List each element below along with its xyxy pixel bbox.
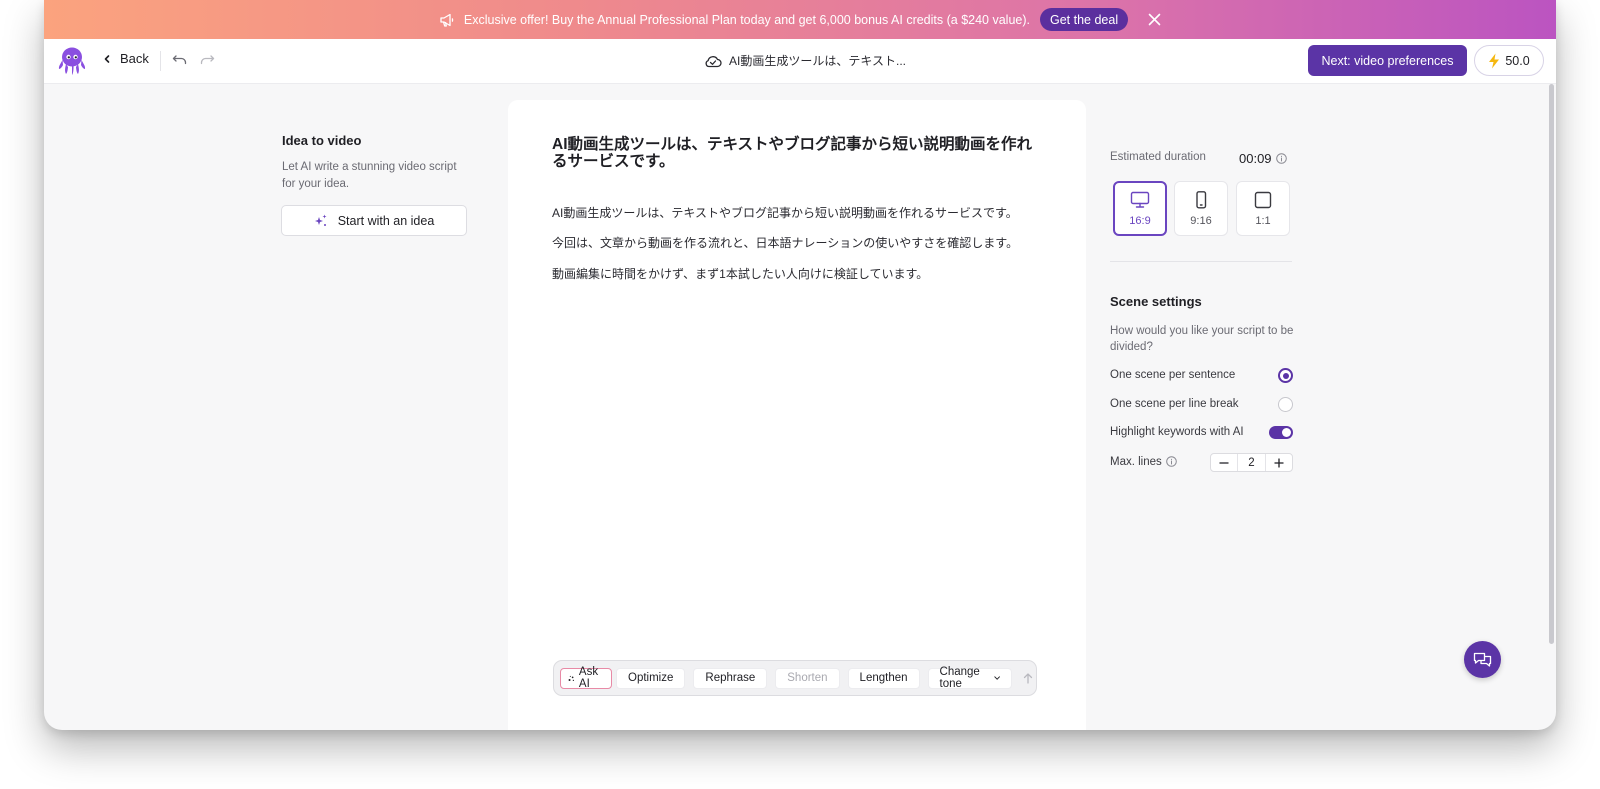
banner-text: Exclusive offer! Buy the Annual Professi… xyxy=(463,12,1030,27)
change-tone-dropdown[interactable]: Change tone xyxy=(927,666,1013,690)
estimated-duration-label: Estimated duration xyxy=(1110,151,1206,163)
idea-to-video-description: Let AI write a stunning video script for… xyxy=(282,161,457,190)
sparkle-icon xyxy=(314,214,327,226)
chat-icon xyxy=(1473,652,1492,667)
app-window: Exclusive offer! Buy the Annual Professi… xyxy=(44,0,1556,730)
right-panel-divider xyxy=(1110,261,1292,262)
one-scene-per-sentence-radio[interactable] xyxy=(1278,368,1293,383)
ask-ai-button[interactable]: Ask AI xyxy=(560,666,613,690)
aspect-ratio-1-1[interactable]: 1:1 xyxy=(1236,181,1290,236)
redo-icon[interactable] xyxy=(199,53,215,67)
start-with-idea-button[interactable]: Start with an idea xyxy=(281,205,467,236)
shorten-button[interactable]: Shorten xyxy=(775,667,840,689)
send-button[interactable] xyxy=(1020,668,1036,688)
script-paragraph[interactable]: 今回は、文章から動画を作る流れと、日本語ナレーションの使いやすさを確認します。 xyxy=(552,234,1018,251)
get-deal-button[interactable]: Get the deal xyxy=(1040,8,1129,31)
ask-ai-label: Ask AI xyxy=(578,666,599,690)
ai-action-bar: Ask AI Optimize Rephrase Shorten Lengthe… xyxy=(553,660,1037,696)
bolt-icon xyxy=(1489,53,1500,68)
octopus-logo-icon[interactable] xyxy=(58,46,86,76)
script-paragraph[interactable]: AI動画生成ツールは、テキストやブログ記事から短い説明動画を作れるサービスです。 xyxy=(552,204,1018,221)
megaphone-icon xyxy=(440,13,454,27)
cloud-icon xyxy=(705,55,722,67)
back-label: Back xyxy=(120,51,149,66)
aspect-ratio-label: 9:16 xyxy=(1190,214,1212,227)
back-button[interactable]: Back xyxy=(102,51,149,66)
one-scene-per-line-break-radio[interactable] xyxy=(1278,397,1293,412)
arrow-up-icon xyxy=(1023,672,1033,684)
start-with-idea-label: Start with an idea xyxy=(337,213,435,228)
scene-settings-title: Scene settings xyxy=(1110,294,1202,309)
lengthen-button[interactable]: Lengthen xyxy=(847,667,920,689)
toolbar-divider xyxy=(160,51,161,71)
scene-settings-description: How would you like your script to be div… xyxy=(1110,325,1294,353)
undo-icon[interactable] xyxy=(172,53,188,67)
info-icon[interactable] xyxy=(1166,456,1177,467)
square-icon xyxy=(1254,191,1272,208)
rephrase-button[interactable]: Rephrase xyxy=(693,667,768,689)
plus-icon xyxy=(1274,457,1284,468)
script-editor[interactable]: AI動画生成ツールは、テキストやブログ記事から短い説明動画を作れるサービスです。… xyxy=(508,100,1086,730)
max-lines-label: Max. lines xyxy=(1110,456,1162,468)
aspect-ratio-9-16[interactable]: 9:16 xyxy=(1174,181,1228,236)
document-title-text: AI動画生成ツールは、テキスト... xyxy=(729,54,906,68)
credits-value: 50.0 xyxy=(1505,53,1530,68)
increment-button[interactable] xyxy=(1266,454,1292,471)
aspect-ratio-label: 16:9 xyxy=(1129,214,1151,227)
change-tone-label: Change tone xyxy=(939,666,980,690)
promo-banner: Exclusive offer! Buy the Annual Professi… xyxy=(44,0,1556,39)
page-scrollbar[interactable] xyxy=(1549,84,1554,644)
max-lines-stepper: 2 xyxy=(1210,453,1293,472)
chevron-left-icon xyxy=(104,54,110,63)
script-paragraph[interactable]: 動画編集に時間をかけず、まず1本試したい人向けに検証しています。 xyxy=(552,265,928,282)
optimize-button[interactable]: Optimize xyxy=(616,667,686,689)
highlight-keywords-label: Highlight keywords with AI xyxy=(1110,426,1244,438)
credits-badge[interactable]: 50.0 xyxy=(1474,45,1544,76)
chevron-down-icon xyxy=(994,676,1000,680)
top-toolbar: Back AI動画生成ツールは、テキスト... Next: video pref… xyxy=(44,39,1556,84)
decrement-button[interactable] xyxy=(1211,454,1237,471)
sparkle-icon xyxy=(568,675,574,681)
next-video-preferences-button[interactable]: Next: video preferences xyxy=(1308,45,1467,76)
idea-to-video-title: Idea to video xyxy=(282,133,362,148)
monitor-icon xyxy=(1130,191,1150,208)
aspect-ratio-16-9[interactable]: 16:9 xyxy=(1113,181,1167,236)
one-scene-per-line-break-label[interactable]: One scene per line break xyxy=(1110,398,1239,410)
close-icon[interactable] xyxy=(1148,13,1161,26)
document-title[interactable]: AI動画生成ツールは、テキスト... xyxy=(704,52,906,69)
one-scene-per-sentence-label[interactable]: One scene per sentence xyxy=(1110,369,1235,381)
chat-support-button[interactable] xyxy=(1464,641,1501,678)
minus-icon xyxy=(1219,461,1229,464)
aspect-ratio-label: 1:1 xyxy=(1255,214,1271,227)
info-icon[interactable] xyxy=(1275,153,1287,164)
estimated-duration-value: 00:09 xyxy=(1239,151,1287,166)
highlight-keywords-toggle[interactable] xyxy=(1269,426,1293,439)
phone-icon xyxy=(1196,190,1207,209)
max-lines-value[interactable]: 2 xyxy=(1237,454,1266,471)
script-heading[interactable]: AI動画生成ツールは、テキストやブログ記事から短い説明動画を作れるサービスです。 xyxy=(552,136,1042,170)
estimated-duration-text: 00:09 xyxy=(1239,151,1272,166)
